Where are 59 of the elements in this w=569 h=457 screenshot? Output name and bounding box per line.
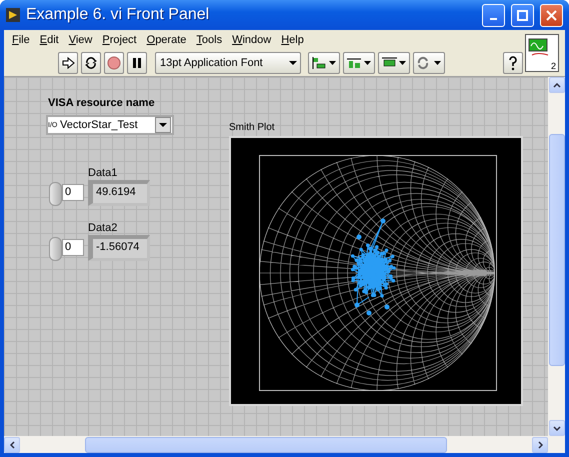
question-mark-icon	[507, 55, 519, 71]
plot-title: Smith Plot	[229, 122, 275, 133]
maximize-icon	[517, 10, 528, 20]
chevron-down-icon	[552, 426, 560, 430]
indicator-label: Data2	[88, 222, 118, 234]
menu-item[interactable]: File	[7, 34, 35, 46]
close-icon	[546, 10, 557, 20]
window-title: Example 6. vi Front Panel	[26, 6, 210, 24]
menu-item[interactable]: Help	[276, 34, 309, 46]
dropdown-button[interactable]	[155, 117, 171, 133]
stop-icon	[107, 56, 121, 70]
font-dropdown[interactable]: 13pt Application Font	[155, 52, 301, 74]
run-continuously-button[interactable]	[81, 52, 101, 74]
resource-value: VectorStar_Test	[60, 119, 139, 131]
waveform-icon	[528, 38, 550, 58]
control-label: VISA resource name	[48, 97, 155, 109]
distribute-button[interactable]	[343, 52, 375, 74]
distribute-icon	[346, 56, 372, 70]
menu-item[interactable]: Window	[227, 34, 276, 46]
caret-icon	[288, 60, 298, 66]
index-field[interactable]: 0	[62, 239, 84, 256]
minimize-button[interactable]	[482, 4, 505, 26]
scroll-down-button[interactable]	[548, 420, 564, 436]
chevron-up-icon	[552, 82, 560, 88]
abort-button[interactable]	[104, 52, 124, 74]
scrollbar-thumb[interactable]	[85, 436, 447, 452]
menu-item[interactable]: Operate	[142, 34, 192, 46]
index-field[interactable]: 0	[62, 184, 84, 201]
numeric-indicator: 49.6194	[88, 180, 150, 206]
maximize-button[interactable]	[511, 4, 534, 26]
scroll-left-button[interactable]	[4, 436, 20, 452]
run-button[interactable]	[58, 52, 78, 74]
indicator-label: Data1	[88, 167, 118, 179]
help-button[interactable]	[503, 52, 523, 74]
menu-item[interactable]: Edit	[34, 34, 64, 46]
arrow-icon	[61, 56, 75, 70]
terminal-count: 2	[550, 61, 556, 71]
align-button[interactable]	[308, 52, 340, 74]
scroll-up-button[interactable]	[548, 77, 564, 93]
scroll-right-button[interactable]	[532, 436, 548, 452]
menu-item[interactable]: View	[64, 34, 98, 46]
labview-icon	[6, 8, 20, 22]
close-button[interactable]	[540, 4, 563, 26]
pause-button[interactable]	[127, 52, 147, 74]
menu-item[interactable]: Project	[97, 34, 142, 46]
reorder-icon	[416, 56, 442, 70]
pause-icon	[132, 57, 142, 69]
resize-button[interactable]	[378, 52, 410, 74]
scrollbar-thumb[interactable]	[548, 134, 564, 366]
cycle-arrows-icon	[84, 56, 98, 70]
numeric-indicator: -1.56074	[88, 235, 150, 261]
vi-icon[interactable]: 2	[525, 34, 559, 72]
align-icon	[311, 56, 337, 70]
chevron-right-icon	[538, 440, 542, 448]
caret-icon	[159, 122, 167, 128]
minimize-icon	[490, 18, 497, 20]
menu-item[interactable]: Tools	[191, 34, 228, 46]
reorder-button[interactable]	[413, 52, 445, 74]
chevron-left-icon	[10, 440, 14, 448]
